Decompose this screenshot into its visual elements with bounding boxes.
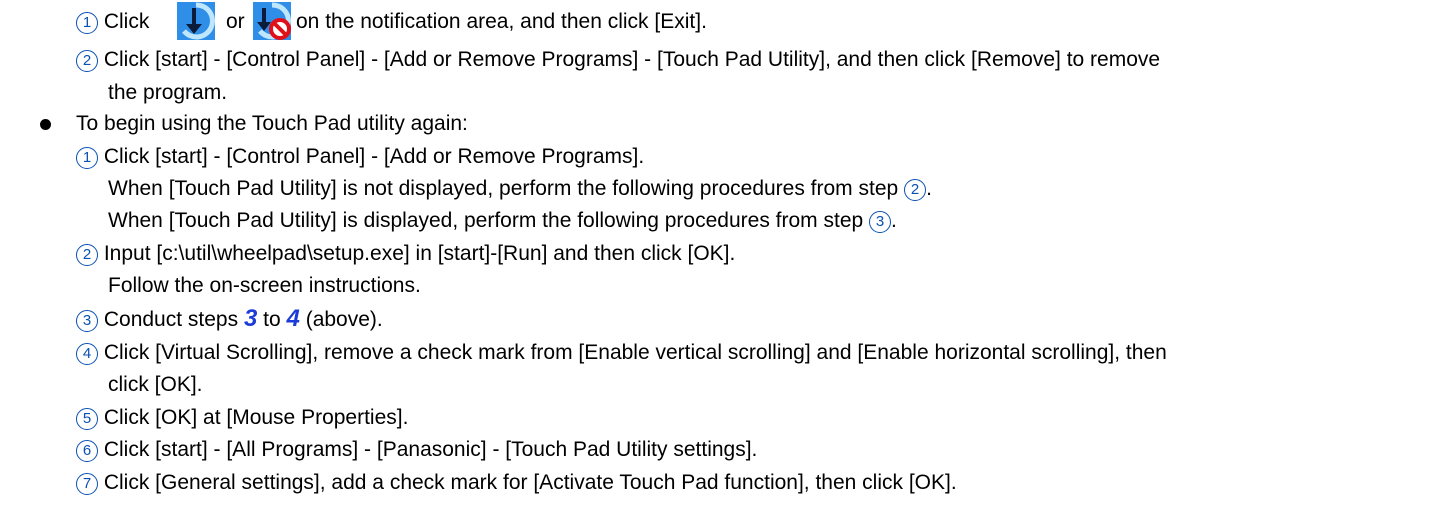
step-text: (above). <box>305 308 383 331</box>
step-text: Click [start] - [Control Panel] - [Add o… <box>103 145 645 168</box>
step-number: 3 <box>76 310 98 332</box>
step-text: Click [start] - [All Programs] - [Panaso… <box>103 438 758 461</box>
step-reference: 2 <box>904 179 927 201</box>
step-number: 7 <box>76 473 98 495</box>
step-text-end: on the notification area, and then click… <box>296 10 707 33</box>
step-text-cont: the program. <box>108 81 228 104</box>
exit-step-1: 1 Click <box>76 9 149 35</box>
begin-step-4: 4 Click [Virtual Scrolling], remove a ch… <box>76 340 1167 366</box>
period: . <box>891 209 897 232</box>
step-text: Click <box>103 10 150 33</box>
step-text: Click [OK] at [Mouse Properties]. <box>103 406 409 429</box>
touchpad-utility-disabled-icon <box>253 2 291 40</box>
step-text: When [Touch Pad Utility] is not displaye… <box>108 177 899 200</box>
or-text: or <box>226 10 245 33</box>
section-heading: To begin using the Touch Pad utility aga… <box>76 112 468 135</box>
step-link[interactable]: 4 <box>287 305 300 332</box>
step-text-cont: When [Touch Pad Utility] is not displaye… <box>108 176 932 202</box>
begin-step-7: 7 Click [General settings], add a check … <box>76 470 957 496</box>
step-number: 5 <box>76 408 98 430</box>
begin-step-2: 2 Input [c:\util\wheelpad\setup.exe] in … <box>76 241 735 267</box>
step-text-cont: When [Touch Pad Utility] is displayed, p… <box>108 208 897 234</box>
period: . <box>926 177 932 200</box>
begin-step-6: 6 Click [start] - [All Programs] - [Pana… <box>76 437 757 463</box>
step-text-cont: click [OK]. <box>108 373 203 396</box>
bullet <box>40 119 51 130</box>
step-number: 1 <box>76 12 98 34</box>
step-text: Conduct steps <box>103 308 239 331</box>
step-number: 1 <box>76 147 98 169</box>
step-text: Click [start] - [Control Panel] - [Add o… <box>103 48 1161 71</box>
step-text-cont: Follow the on-screen instructions. <box>108 274 421 297</box>
begin-step-1: 1 Click [start] - [Control Panel] - [Add… <box>76 144 644 170</box>
begin-step-3: 3 Conduct steps 3 to 4 (above). <box>76 306 383 333</box>
touchpad-utility-icon <box>177 2 215 40</box>
step-number: 6 <box>76 440 98 462</box>
step-number: 4 <box>76 343 98 365</box>
instruction-page: 1 Click or on the notification area, and… <box>0 0 1434 518</box>
step-text: When [Touch Pad Utility] is displayed, p… <box>108 209 864 232</box>
step-number: 2 <box>76 50 98 72</box>
step-text: to <box>263 308 281 331</box>
step-text: Click [Virtual Scrolling], remove a chec… <box>103 341 1167 364</box>
step-text: Input [c:\util\wheelpad\setup.exe] in [s… <box>103 242 736 265</box>
begin-step-5: 5 Click [OK] at [Mouse Properties]. <box>76 405 408 431</box>
step-reference: 3 <box>869 211 892 233</box>
step-link[interactable]: 3 <box>244 305 257 332</box>
exit-step-2: 2 Click [start] - [Control Panel] - [Add… <box>76 47 1160 73</box>
step-number: 2 <box>76 244 98 266</box>
step-text: Click [General settings], add a check ma… <box>103 471 957 494</box>
